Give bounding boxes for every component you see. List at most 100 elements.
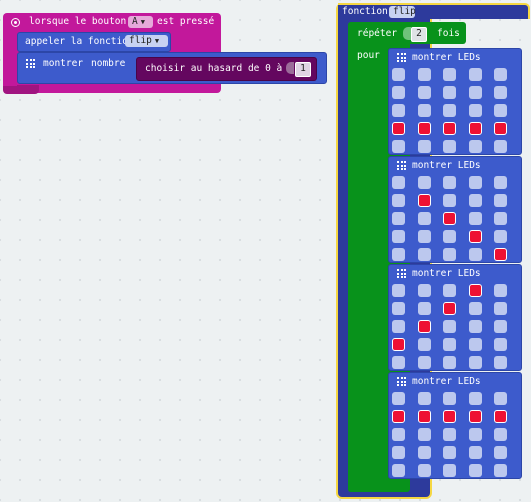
- led-cell[interactable]: [468, 338, 482, 351]
- led-cell[interactable]: [392, 356, 405, 369]
- led-cell[interactable]: [443, 104, 456, 117]
- led-cell[interactable]: [494, 104, 507, 117]
- led-cell[interactable]: [468, 428, 482, 441]
- led-cell[interactable]: [392, 122, 405, 135]
- led-cell[interactable]: [417, 338, 431, 351]
- led-cell[interactable]: [392, 464, 405, 477]
- led-cell[interactable]: [443, 410, 456, 423]
- led-cell[interactable]: [468, 302, 482, 315]
- led-cell[interactable]: [443, 302, 456, 315]
- led-cell[interactable]: [443, 392, 456, 405]
- led-cell[interactable]: [443, 68, 456, 81]
- led-cell[interactable]: [417, 446, 431, 459]
- led-cell[interactable]: [494, 68, 507, 81]
- led-cell[interactable]: [494, 338, 507, 351]
- led-cell[interactable]: [468, 68, 482, 81]
- led-cell[interactable]: [443, 194, 456, 207]
- led-cell[interactable]: [417, 212, 431, 225]
- led-cell[interactable]: [392, 68, 405, 81]
- led-cell[interactable]: [443, 86, 456, 99]
- button-select-dropdown[interactable]: A ▼: [128, 16, 153, 28]
- led-cell[interactable]: [443, 140, 456, 153]
- led-cell[interactable]: [468, 392, 482, 405]
- led-cell[interactable]: [392, 140, 405, 153]
- led-cell[interactable]: [392, 446, 405, 459]
- led-cell[interactable]: [443, 356, 456, 369]
- led-cell[interactable]: [392, 212, 405, 225]
- led-cell[interactable]: [392, 248, 405, 261]
- led-cell[interactable]: [494, 212, 507, 225]
- led-cell[interactable]: [443, 446, 456, 459]
- led-cell[interactable]: [494, 194, 507, 207]
- show-leds-block[interactable]: [388, 156, 522, 263]
- led-cell[interactable]: [494, 230, 507, 243]
- led-cell[interactable]: [417, 230, 431, 243]
- led-cell[interactable]: [417, 392, 431, 405]
- led-cell[interactable]: [417, 176, 431, 189]
- led-cell[interactable]: [494, 248, 507, 261]
- led-cell[interactable]: [417, 140, 431, 153]
- led-cell[interactable]: [417, 320, 431, 333]
- led-cell[interactable]: [468, 410, 482, 423]
- led-cell[interactable]: [417, 194, 431, 207]
- led-cell[interactable]: [494, 392, 507, 405]
- led-cell[interactable]: [417, 356, 431, 369]
- led-cell[interactable]: [494, 428, 507, 441]
- led-cell[interactable]: [468, 320, 482, 333]
- led-cell[interactable]: [392, 410, 405, 423]
- function-name-dropdown[interactable]: flip ▼: [125, 35, 168, 47]
- led-cell[interactable]: [392, 392, 405, 405]
- led-cell[interactable]: [392, 230, 405, 243]
- led-cell[interactable]: [494, 176, 507, 189]
- led-cell[interactable]: [417, 302, 431, 315]
- led-cell[interactable]: [468, 176, 482, 189]
- led-cell[interactable]: [417, 122, 431, 135]
- led-cell[interactable]: [494, 86, 507, 99]
- led-cell[interactable]: [494, 464, 507, 477]
- led-cell[interactable]: [468, 356, 482, 369]
- led-cell[interactable]: [417, 68, 431, 81]
- led-cell[interactable]: [443, 464, 456, 477]
- led-cell[interactable]: [468, 248, 482, 261]
- led-cell[interactable]: [417, 464, 431, 477]
- led-cell[interactable]: [468, 230, 482, 243]
- led-cell[interactable]: [494, 122, 507, 135]
- led-cell[interactable]: [468, 464, 482, 477]
- led-cell[interactable]: [468, 86, 482, 99]
- led-cell[interactable]: [443, 248, 456, 261]
- led-cell[interactable]: [392, 302, 405, 315]
- led-cell[interactable]: [494, 302, 507, 315]
- led-cell[interactable]: [392, 194, 405, 207]
- led-cell[interactable]: [494, 140, 507, 153]
- led-cell[interactable]: [494, 320, 507, 333]
- led-cell[interactable]: [417, 104, 431, 117]
- led-cell[interactable]: [468, 194, 482, 207]
- show-leds-block[interactable]: [388, 264, 522, 371]
- led-cell[interactable]: [417, 284, 431, 297]
- led-cell[interactable]: [443, 122, 456, 135]
- led-cell[interactable]: [468, 104, 482, 117]
- led-cell[interactable]: [494, 410, 507, 423]
- function-name-field[interactable]: flip: [389, 6, 416, 18]
- led-cell[interactable]: [443, 284, 456, 297]
- led-cell[interactable]: [468, 212, 482, 225]
- led-cell[interactable]: [392, 428, 405, 441]
- led-cell[interactable]: [392, 320, 405, 333]
- led-cell[interactable]: [392, 338, 405, 351]
- led-cell[interactable]: [392, 104, 405, 117]
- led-cell[interactable]: [468, 140, 482, 153]
- led-cell[interactable]: [443, 230, 456, 243]
- led-cell[interactable]: [443, 212, 456, 225]
- led-cell[interactable]: [494, 356, 507, 369]
- led-cell[interactable]: [468, 446, 482, 459]
- led-cell[interactable]: [443, 176, 456, 189]
- show-leds-block[interactable]: [388, 48, 522, 155]
- led-cell[interactable]: [417, 410, 431, 423]
- led-cell[interactable]: [417, 428, 431, 441]
- led-cell[interactable]: [443, 320, 456, 333]
- led-cell[interactable]: [417, 86, 431, 99]
- led-cell[interactable]: [392, 86, 405, 99]
- show-leds-block[interactable]: [388, 372, 522, 479]
- led-cell[interactable]: [494, 284, 507, 297]
- random-max-input[interactable]: 1: [295, 62, 311, 77]
